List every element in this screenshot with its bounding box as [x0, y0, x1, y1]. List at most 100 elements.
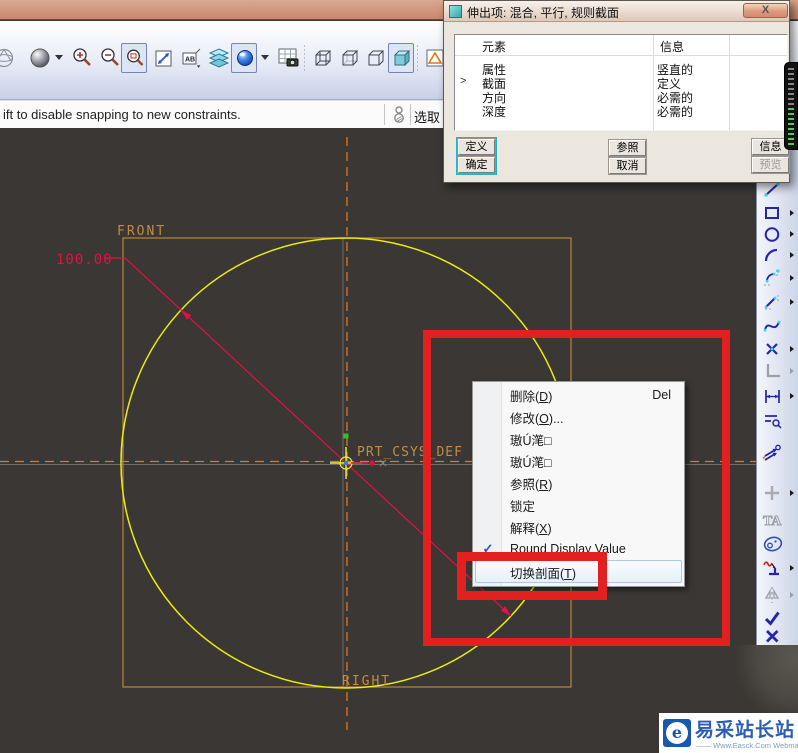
annotation-rectangle-small [457, 552, 607, 600]
dialog-close-button[interactable]: X [743, 3, 788, 18]
zoom-fit-button[interactable] [121, 43, 147, 73]
layers-icon [208, 48, 230, 68]
csys-flyout-arrow[interactable] [790, 368, 794, 374]
table-row[interactable]: > 截面 定义 [455, 75, 787, 91]
constraint-flyout-arrow[interactable] [790, 490, 794, 496]
mirror-tool-button[interactable] [759, 585, 798, 606]
svg-text:TA: TA [763, 514, 782, 529]
fillet-flyout-arrow[interactable] [790, 275, 794, 281]
svg-text:AB: AB [185, 57, 195, 64]
hidden-line-display-button[interactable] [336, 43, 362, 73]
mirror-flyout-arrow[interactable] [790, 592, 794, 598]
circle-flyout-arrow[interactable] [790, 231, 794, 237]
spline-tool-button[interactable] [759, 316, 798, 337]
fillet-tool-button[interactable] [759, 268, 798, 289]
element-table[interactable]: 元素 信息 属性 竖直的 > 截面 定义 方向 必需的 深度 必需的 [454, 34, 788, 131]
point-flyout-arrow[interactable] [790, 346, 794, 352]
dimension-tool-button[interactable] [759, 386, 798, 407]
zoom-out-button[interactable] [96, 43, 122, 73]
no-hidden-display-button[interactable] [362, 43, 388, 73]
zoom-fit-icon [127, 49, 144, 66]
chamfer-flyout-arrow[interactable] [790, 299, 794, 305]
select-mode-label: 选取 [414, 110, 441, 125]
shaded-display-button[interactable] [231, 43, 257, 73]
datum-tag-icon: AB [182, 48, 201, 68]
separator [384, 104, 385, 125]
text-tool-button[interactable]: TA [759, 510, 798, 531]
rectangle-flyout-arrow[interactable] [790, 210, 794, 216]
perimeter-dimension-tool-button[interactable] [759, 410, 798, 431]
table-row[interactable]: 属性 竖直的 [455, 61, 787, 77]
table-header: 元素 信息 [455, 35, 787, 56]
palette-tool-button[interactable] [759, 533, 798, 554]
cancel-button[interactable]: 取消 [609, 158, 646, 174]
shaded-display-icon [237, 50, 253, 66]
rectangle-tool-button[interactable] [759, 203, 798, 224]
dialog-titlebar[interactable]: 伸出项: 混合, 平行, 规则截面 X [444, 1, 789, 22]
trim-tool-button[interactable] [759, 558, 798, 579]
shaded-sphere-icon [30, 48, 50, 68]
shaded-model-display-button[interactable] [388, 43, 414, 73]
snap-status-icon[interactable] [391, 105, 407, 125]
watermark-tagline: —— Www.Easck.Com Webmaster [696, 741, 798, 750]
define-button[interactable]: 定义 [458, 139, 495, 155]
toolbar-separator [417, 45, 418, 71]
orientation-sphere-icon [0, 48, 14, 68]
layers-button[interactable] [205, 43, 231, 73]
references-button[interactable]: 参照 [609, 140, 646, 156]
point-handle[interactable] [369, 460, 375, 466]
toolbar-separator [304, 45, 305, 71]
table-row[interactable]: 方向 必需的 [455, 89, 787, 105]
zoom-in-icon [73, 48, 91, 66]
preview-button[interactable]: 预览 [752, 157, 789, 173]
watermark: e 易采站长站 —— Www.Easck.Com Webmaster [659, 713, 798, 753]
dimension-flyout-arrow[interactable] [790, 393, 794, 399]
right-datum-label: RIGHT [342, 674, 391, 689]
selected-row-marker: > [460, 75, 467, 87]
datum-tag-button[interactable]: AB [178, 43, 204, 73]
refit-button[interactable] [150, 43, 176, 73]
message-text: ift to disable snapping to new constrain… [3, 107, 241, 122]
watermark-smoke-graphic [735, 645, 798, 723]
table-row[interactable]: 深度 必需的 [455, 103, 787, 119]
modify-dimension-tool-button[interactable] [759, 443, 798, 464]
watermark-logo-glyph: e [666, 722, 688, 744]
dimension-value[interactable]: 100.00 [56, 252, 113, 268]
app-window: AB ift to disable snapping to new constr… [0, 0, 798, 753]
no-hidden-cube-icon [368, 50, 385, 66]
wireframe-display-button[interactable] [309, 43, 335, 73]
column-header-info: 信息 [660, 40, 685, 54]
watermark-logo: e [663, 719, 691, 747]
separator [410, 104, 411, 125]
feature-dialog: 伸出项: 混合, 平行, 规则截面 X 元素 信息 属性 竖直的 > 截面 定义… [443, 0, 790, 183]
zoom-in-button[interactable] [68, 43, 94, 73]
trim-flyout-arrow[interactable] [790, 565, 794, 571]
vertex-handle[interactable] [343, 433, 349, 439]
volume-indicator [784, 62, 798, 150]
hidden-line-cube-icon [342, 50, 359, 66]
circle-tool-button[interactable] [759, 224, 798, 245]
dialog-title: 伸出项: 混合, 平行, 规则截面 [467, 6, 620, 20]
cancel-button[interactable] [759, 626, 798, 647]
coordinate-system-tool-button[interactable] [759, 361, 798, 382]
wireframe-cube-icon [315, 50, 332, 66]
watermark-title: 易采站长站 [695, 720, 796, 741]
view-manager-icon [278, 48, 299, 67]
arc-tool-button[interactable] [759, 245, 798, 266]
dialog-icon [449, 5, 462, 18]
constraint-tool-button[interactable] [759, 483, 798, 504]
shaded-sphere-dropdown[interactable] [55, 55, 63, 60]
sketcher-toolbar: TA [756, 128, 798, 658]
orientation-sphere-button[interactable] [0, 43, 16, 73]
view-manager-button[interactable] [274, 43, 300, 73]
shaded-display-dropdown[interactable] [261, 55, 269, 60]
arc-flyout-arrow[interactable] [790, 252, 794, 258]
front-datum-label: FRONT [117, 224, 166, 239]
point-tool-button[interactable] [759, 339, 798, 360]
ok-button[interactable]: 确定 [458, 157, 495, 173]
refit-icon [155, 50, 172, 67]
shaded-sphere-button[interactable] [26, 43, 52, 73]
chamfer-tool-button[interactable] [759, 292, 798, 313]
zoom-out-icon [101, 48, 119, 66]
column-header-element: 元素 [482, 40, 507, 54]
